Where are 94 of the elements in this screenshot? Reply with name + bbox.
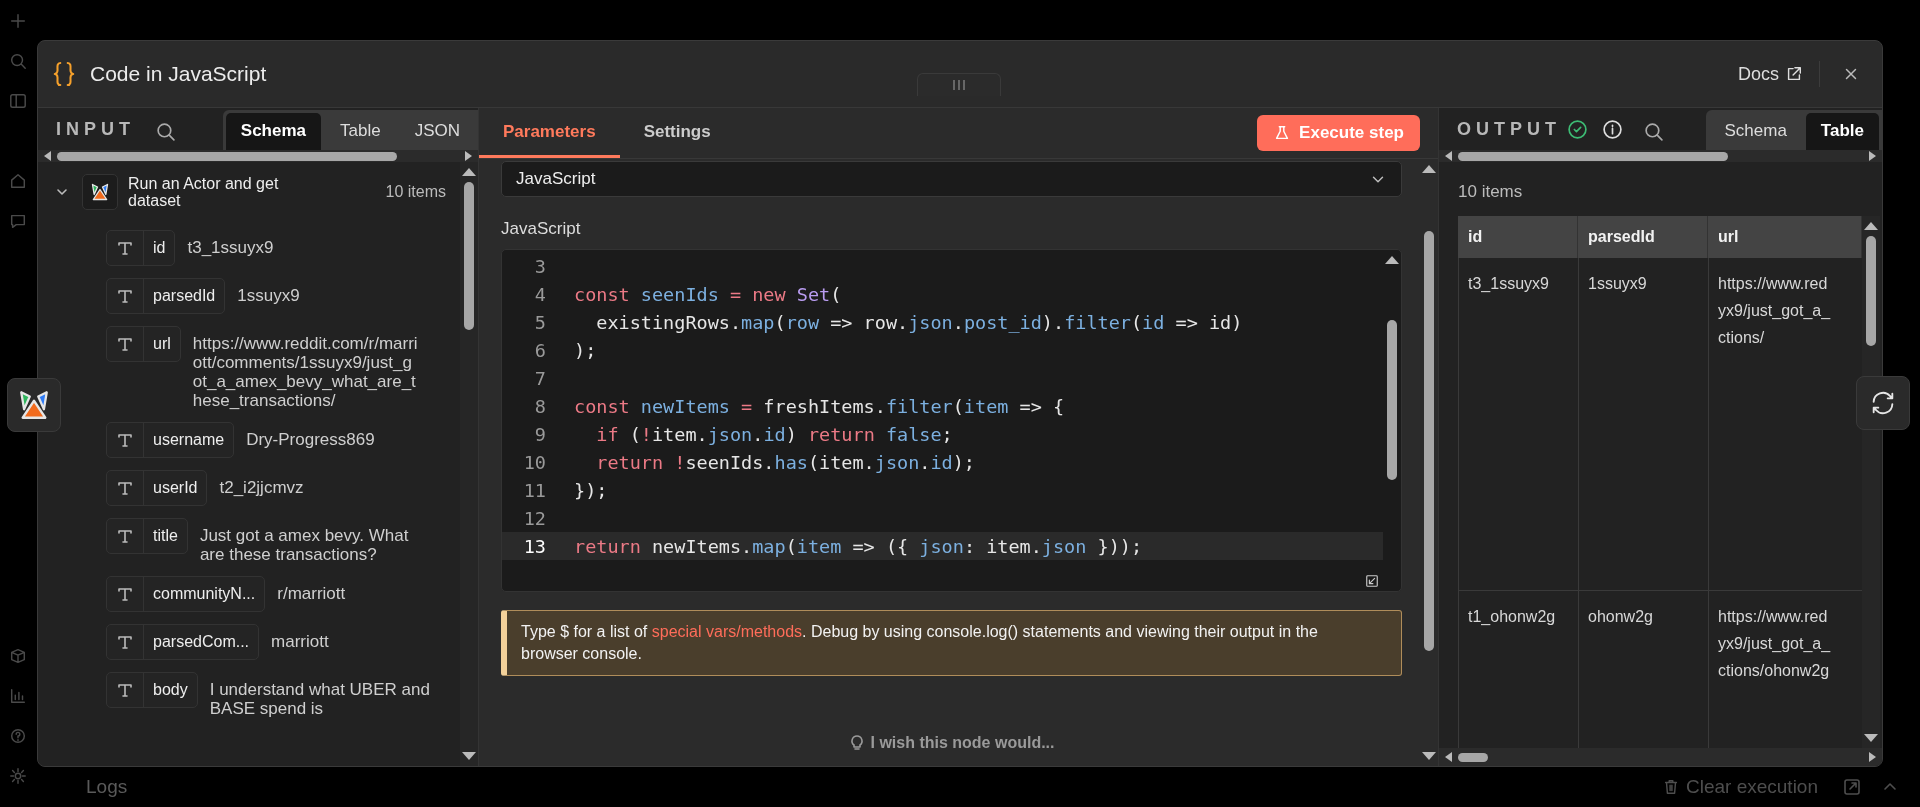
field-value: marriott xyxy=(271,631,329,651)
column-header: parsedId xyxy=(1578,216,1708,258)
refresh-button[interactable] xyxy=(1856,376,1910,430)
panel-title: INPUT xyxy=(56,119,135,140)
line-number: 8 xyxy=(533,395,546,417)
column-header: id xyxy=(1458,216,1578,258)
key-chip[interactable]: parsedCom... xyxy=(106,624,260,660)
search-icon xyxy=(155,121,176,142)
braces-icon xyxy=(52,59,76,89)
field-value: I understand what UBER and BASE spend is xyxy=(209,679,431,718)
horizontal-scrollbar[interactable] xyxy=(38,150,478,162)
search-button[interactable] xyxy=(155,121,176,142)
field-value: r/marriott xyxy=(277,583,346,603)
field-key: parsedCom... xyxy=(144,633,259,651)
resize-icon[interactable] xyxy=(1365,574,1379,588)
field-key: communityN... xyxy=(144,585,265,603)
line-number: 9 xyxy=(533,423,546,445)
language-select[interactable]: JavaScript xyxy=(501,161,1402,197)
key-chip[interactable]: id xyxy=(106,230,176,266)
lightbulb-icon xyxy=(848,735,865,751)
line-number: 6 xyxy=(533,339,546,361)
hint-text: Type $ for a list of special vars/methods. Debug by using console.log() statements and viewing their output in the browser console. xyxy=(521,622,1319,664)
panel-tab[interactable]: Settings xyxy=(619,108,735,158)
node-logo-button[interactable] xyxy=(7,378,61,432)
key-chip[interactable]: body xyxy=(106,672,198,708)
code-line: if (!item.json.id) return false; xyxy=(595,423,953,445)
field-key: parsedId xyxy=(144,287,225,305)
key-chip[interactable]: userId xyxy=(106,470,208,506)
field-value: t3_1ssuyx9 xyxy=(187,237,274,257)
view-tab[interactable]: Table xyxy=(325,113,396,150)
view-tab[interactable]: Schema xyxy=(225,113,321,150)
field-key: username xyxy=(144,431,234,449)
line-number: 11 xyxy=(522,479,546,501)
search-icon xyxy=(1643,121,1664,142)
field-value: Just got a amex bevy. What are these transactions? xyxy=(199,525,410,564)
line-number: 7 xyxy=(533,367,546,389)
line-number: 10 xyxy=(522,451,546,473)
code-line: return newItems.map(item => ({ json: item.json })); xyxy=(574,535,1143,557)
table-cell-text: https://www.red yx9/just_got_a_ ctions/ohonw2g xyxy=(1718,607,1831,681)
node-logo-icon xyxy=(17,388,51,422)
horizontal-scrollbar[interactable] xyxy=(1439,748,1882,766)
window-title: Code in JavaScript xyxy=(90,62,267,86)
success-check-icon xyxy=(1567,119,1588,140)
field-key: userId xyxy=(144,479,207,497)
code-line: ); xyxy=(574,339,597,361)
field-key: body xyxy=(144,681,197,699)
table-cell-text: https://www.red yx9/just_got_a_ ctions/ xyxy=(1718,274,1831,348)
field-value: Dry-Progress869 xyxy=(246,429,375,449)
field-key: url xyxy=(144,335,180,353)
item-count: 10 items xyxy=(1458,182,1523,202)
line-number: 12 xyxy=(522,507,546,529)
item-count: 10 items xyxy=(385,183,446,201)
key-chip[interactable]: username xyxy=(106,422,235,458)
line-number: 3 xyxy=(533,255,546,277)
panel-title: OUTPUT xyxy=(1457,119,1561,140)
search-button[interactable] xyxy=(1643,121,1664,142)
vertical-scrollbar[interactable] xyxy=(460,162,478,766)
code-label: JavaScript xyxy=(501,219,581,239)
node-name: Run an Actor and get dataset xyxy=(128,175,280,209)
table-cell-text: t3_1ssuyx9 xyxy=(1468,274,1549,294)
logs-label: Logs xyxy=(86,776,128,798)
key-chip[interactable]: title xyxy=(106,518,188,554)
key-chip[interactable]: communityN... xyxy=(106,576,266,612)
field-value: t2_i2jjcmvz xyxy=(219,477,304,497)
key-chip[interactable]: parsedId xyxy=(106,278,226,314)
table-cell-text: 1ssuyx9 xyxy=(1588,274,1647,294)
line-number: 5 xyxy=(533,311,546,333)
field-key: id xyxy=(144,239,175,257)
field-value: 1ssuyx9 xyxy=(237,285,300,305)
node-logo-icon xyxy=(82,174,118,210)
field-key: title xyxy=(144,527,187,545)
drag-handle[interactable] xyxy=(916,73,1001,96)
panel-tab[interactable]: Parameters xyxy=(479,108,620,158)
view-tab[interactable]: JSON xyxy=(399,113,475,150)
horizontal-scrollbar[interactable] xyxy=(1439,150,1882,162)
code-editor[interactable] xyxy=(501,249,1402,592)
view-tab[interactable]: Table xyxy=(1805,113,1879,150)
table-cell-text: t1_ohonw2g xyxy=(1468,607,1556,627)
field-value: https://www.reddit.com/r/marriott/comments/1ssuyx9/just_got_a_amex_bevy_what_are_these_transactions/ xyxy=(192,333,419,410)
code-line: }); xyxy=(574,479,608,501)
view-tab[interactable]: Schema xyxy=(1709,113,1802,150)
docs-link[interactable]: Docs xyxy=(1738,63,1803,85)
external-link-icon xyxy=(1785,65,1803,83)
line-number: 4 xyxy=(533,283,546,305)
key-chip[interactable]: url xyxy=(106,326,181,362)
table-cell-text: ohonw2g xyxy=(1588,607,1653,627)
code-line: const seenIds = new Set( xyxy=(574,283,842,305)
code-line: existingRows.map(row => row.json.post_id).filter(id => id) xyxy=(595,311,1243,333)
code-line: return !seenIds.has(item.json.id); xyxy=(595,451,975,473)
vertical-scrollbar[interactable] xyxy=(1862,216,1880,748)
line-number: 13 xyxy=(522,535,546,557)
info-icon[interactable] xyxy=(1602,119,1623,140)
code-line: const newItems = freshItems.filter(item => { xyxy=(574,395,1065,417)
feedback-link[interactable]: I wish this node would... xyxy=(848,734,1055,752)
